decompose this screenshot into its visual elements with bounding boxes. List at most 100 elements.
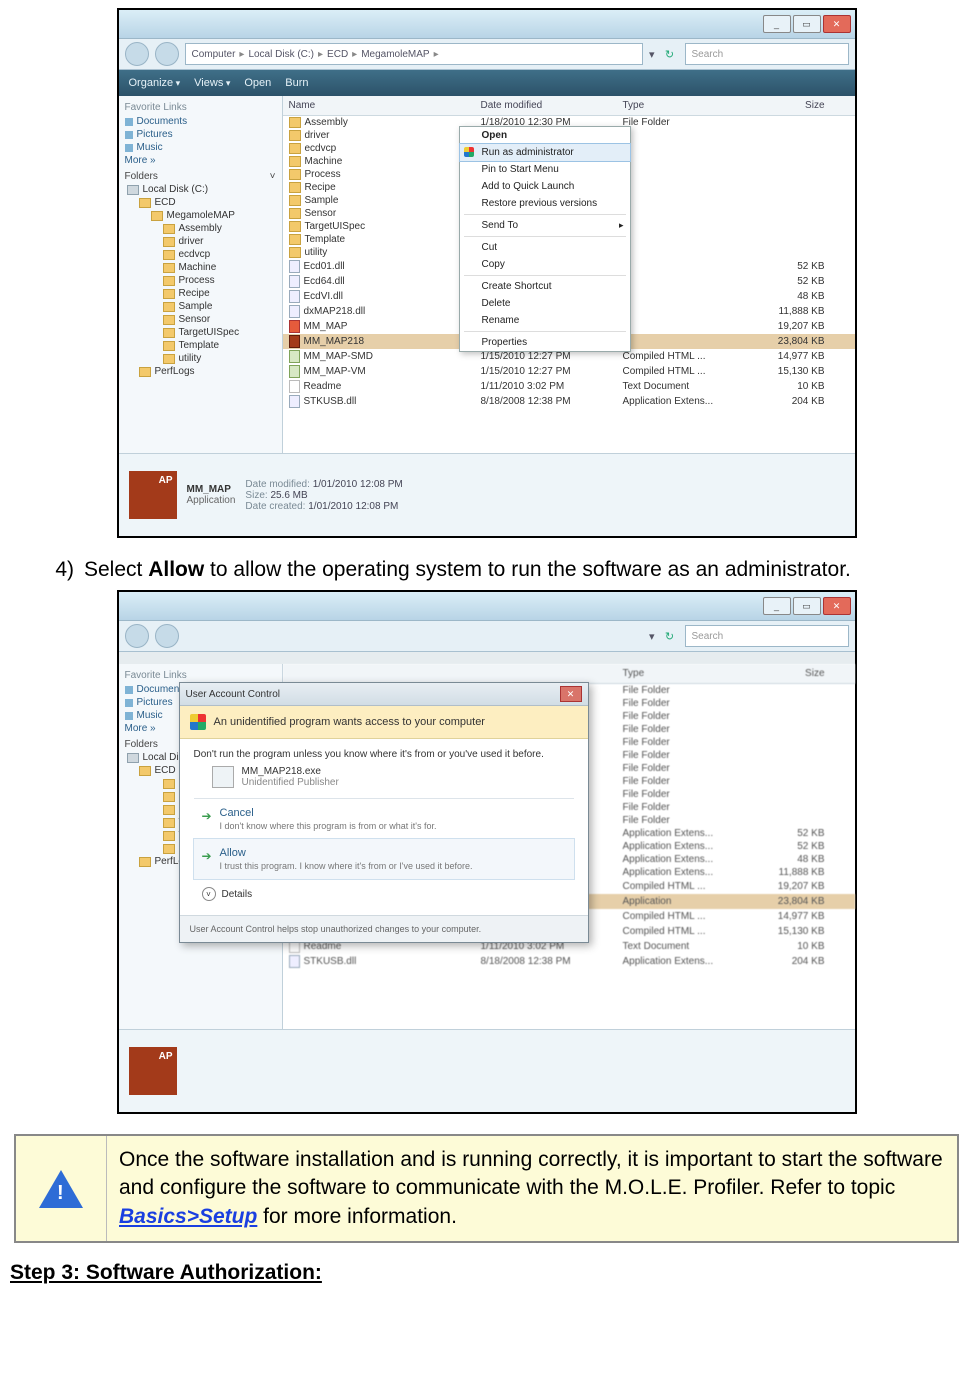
uac-dialog: User Account Control ✕ An unidentified p… [179, 682, 589, 943]
back-button[interactable] [125, 624, 149, 648]
tree-megamolemap[interactable]: MegamoleMAP [123, 209, 278, 222]
details-name: MM_MAP [187, 484, 236, 495]
folders-header[interactable]: Folders˅ [123, 167, 278, 183]
file-row[interactable]: MM_MAP-VM1/15/2010 12:27 PMCompiled HTML… [283, 364, 855, 379]
tree-item[interactable]: Machine [123, 261, 278, 274]
fav-music[interactable]: Music [123, 141, 278, 154]
basics-setup-link[interactable]: Basics>Setup [119, 1205, 257, 1228]
uac-warning: Don't run the program unless you know wh… [194, 749, 574, 760]
ctx-run-as-admin[interactable]: Run as administrator [459, 143, 631, 162]
close-button[interactable]: ✕ [823, 15, 851, 33]
ctx-restore[interactable]: Restore previous versions [460, 195, 630, 212]
window-titlebar: _ ▭ ✕ [119, 592, 855, 621]
column-headers[interactable]: Name Date modified Type Size [283, 96, 855, 116]
tree-drive[interactable]: Local Disk (C:) [123, 183, 278, 196]
ctx-quick-launch[interactable]: Add to Quick Launch [460, 178, 630, 195]
tree-item[interactable]: Recipe [123, 287, 278, 300]
breadcrumb-seg[interactable]: MegamoleMAP [361, 49, 429, 60]
context-menu: Open Run as administrator Pin to Start M… [459, 126, 631, 352]
file-row[interactable]: STKUSB.dll8/18/2008 12:38 PMApplication … [283, 394, 855, 409]
ctx-delete[interactable]: Delete [460, 295, 630, 312]
details-type: Application [187, 495, 236, 506]
warning-triangle-icon [39, 1170, 83, 1208]
back-button[interactable] [125, 42, 149, 66]
screenshot-2: _ ▭ ✕ ▾↻ Search Favorite Links Documents… [117, 590, 857, 1114]
window-titlebar: _ ▭ ✕ [119, 10, 855, 39]
tree-item[interactable]: Template [123, 339, 278, 352]
minimize-button[interactable]: _ [763, 15, 791, 33]
file-row[interactable]: STKUSB.dll8/18/2008 12:38 PMApplication … [283, 954, 855, 969]
forward-button[interactable] [155, 624, 179, 648]
file-row[interactable]: Readme1/11/2010 3:02 PMText Document10 K… [283, 379, 855, 394]
search-input[interactable]: Search [685, 43, 849, 65]
views-menu[interactable]: Views [194, 77, 230, 89]
burn-button[interactable]: Burn [285, 77, 308, 89]
address-bar: Computer▸ Local Disk (C:)▸ ECD▸ Megamole… [119, 39, 855, 70]
info-text: Once the software installation and is ru… [107, 1136, 957, 1241]
tree-perflogs[interactable]: PerfLogs [123, 365, 278, 378]
tree-item[interactable]: TargetUISpec [123, 326, 278, 339]
ctx-pin-start[interactable]: Pin to Start Menu [460, 161, 630, 178]
toolbar: Organize Views Open Burn [119, 70, 855, 96]
step-3-heading: Step 3: Software Authorization: [10, 1261, 963, 1285]
search-input[interactable]: Search [685, 625, 849, 647]
uac-title: User Account Control [186, 689, 281, 700]
arrow-icon: ➔ [202, 849, 212, 863]
col-type[interactable]: Type [617, 98, 749, 113]
shield-icon [464, 147, 474, 157]
info-icon [16, 1136, 107, 1241]
ctx-create-shortcut[interactable]: Create Shortcut [460, 278, 630, 295]
app-icon [129, 1047, 177, 1095]
step-4-text: 4) Select Allow to allow the operating s… [46, 558, 963, 582]
col-size[interactable]: Size [749, 98, 831, 113]
ctx-send-to[interactable]: Send To▸ [460, 217, 630, 234]
forward-button[interactable] [155, 42, 179, 66]
tree-item[interactable]: Assembly [123, 222, 278, 235]
uac-details-toggle[interactable]: ˅ Details [194, 879, 574, 909]
uac-file-info: MM_MAP218.exe Unidentified Publisher [212, 766, 574, 788]
file-icon [212, 766, 234, 788]
chevron-down-icon: ˅ [202, 887, 216, 901]
close-button[interactable]: ✕ [823, 597, 851, 615]
col-name[interactable]: Name [283, 98, 475, 113]
shield-icon [190, 714, 206, 730]
ctx-open[interactable]: Open [460, 127, 630, 144]
fav-pictures[interactable]: Pictures [123, 128, 278, 141]
breadcrumb[interactable]: Computer▸ Local Disk (C:)▸ ECD▸ Megamole… [185, 43, 643, 65]
ctx-rename[interactable]: Rename [460, 312, 630, 329]
tree-item[interactable]: Sensor [123, 313, 278, 326]
breadcrumb-seg[interactable]: Computer [192, 49, 236, 60]
uac-banner: An unidentified program wants access to … [180, 706, 588, 739]
navigation-pane: Favorite Links Documents Pictures Music … [119, 96, 283, 453]
info-callout: Once the software installation and is ru… [14, 1134, 959, 1243]
organize-menu[interactable]: Organize [129, 77, 181, 89]
fav-more[interactable]: More » [123, 154, 278, 167]
details-pane: MM_MAP Application Date modified: 1/01/2… [119, 453, 855, 536]
tree-item[interactable]: ecdvcp [123, 248, 278, 261]
tree-ecd[interactable]: ECD [123, 196, 278, 209]
ctx-cut[interactable]: Cut [460, 239, 630, 256]
open-button[interactable]: Open [244, 77, 271, 89]
breadcrumb-seg[interactable]: Local Disk (C:) [248, 49, 314, 60]
maximize-button[interactable]: ▭ [793, 15, 821, 33]
uac-close-button[interactable]: ✕ [560, 686, 582, 702]
address-bar: ▾↻ Search [119, 621, 855, 652]
app-icon [129, 471, 177, 519]
uac-footer: User Account Control helps stop unauthor… [180, 915, 588, 942]
tree-item[interactable]: Sample [123, 300, 278, 313]
uac-allow-option[interactable]: ➔ Allow I trust this program. I know whe… [193, 838, 575, 880]
tree-item[interactable]: driver [123, 235, 278, 248]
screenshot-1: _ ▭ ✕ Computer▸ Local Disk (C:)▸ ECD▸ Me… [117, 8, 857, 538]
tree-item[interactable]: Process [123, 274, 278, 287]
ctx-properties[interactable]: Properties [460, 334, 630, 351]
tree-item[interactable]: utility [123, 352, 278, 365]
breadcrumb-seg[interactable]: ECD [327, 49, 348, 60]
arrow-icon: ➔ [202, 809, 212, 823]
minimize-button[interactable]: _ [763, 597, 791, 615]
details-pane [119, 1029, 855, 1112]
fav-documents[interactable]: Documents [123, 115, 278, 128]
uac-cancel-option[interactable]: ➔ Cancel I don't know where this program… [194, 798, 574, 839]
ctx-copy[interactable]: Copy [460, 256, 630, 273]
maximize-button[interactable]: ▭ [793, 597, 821, 615]
col-date[interactable]: Date modified [475, 98, 617, 113]
